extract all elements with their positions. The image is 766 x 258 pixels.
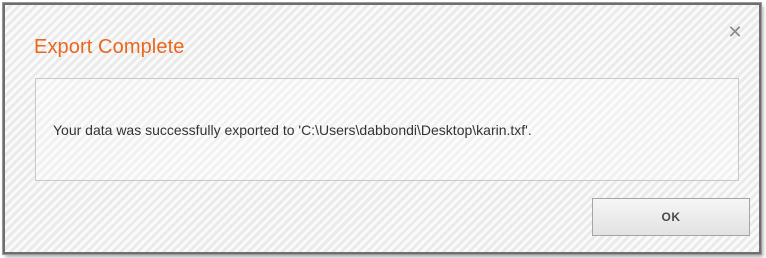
export-complete-dialog: Export Complete ✕ Your data was successf… [3,3,761,254]
ok-button[interactable]: OK [592,198,750,236]
dialog-title: Export Complete [34,36,185,58]
message-panel: Your data was successfully exported to '… [35,78,739,181]
close-icon: ✕ [727,22,743,42]
export-message: Your data was successfully exported to '… [53,121,532,138]
close-button[interactable]: ✕ [725,22,745,42]
